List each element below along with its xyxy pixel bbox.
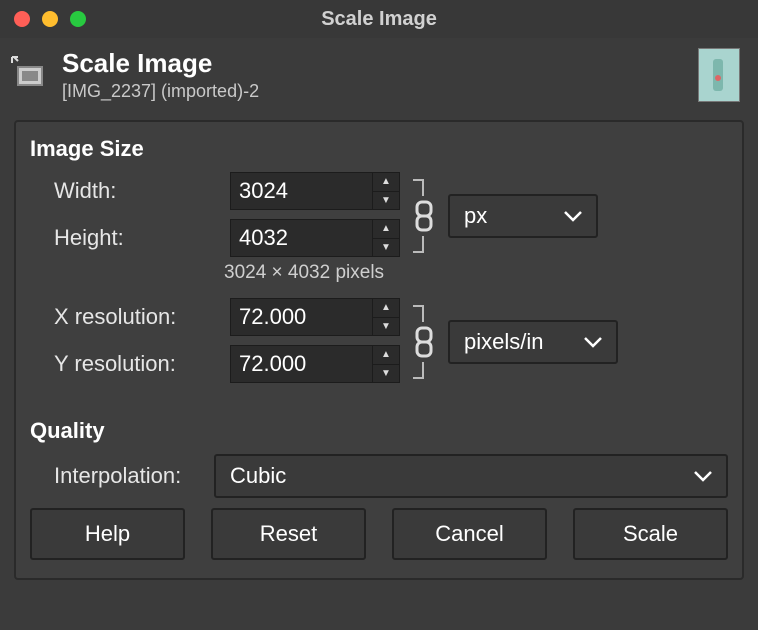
x-resolution-field[interactable] (231, 299, 372, 335)
y-resolution-field[interactable] (231, 346, 372, 382)
x-resolution-decrease-button[interactable]: ▼ (373, 318, 399, 336)
cancel-button[interactable]: Cancel (392, 508, 547, 560)
width-increase-button[interactable]: ▲ (373, 173, 399, 192)
height-input[interactable]: ▲ ▼ (230, 219, 400, 257)
dialog-header: Scale Image [IMG_2237] (imported)-2 (0, 38, 758, 108)
window-title: Scale Image (0, 8, 758, 31)
reset-button[interactable]: Reset (211, 508, 366, 560)
dialog-title: Scale Image (62, 48, 259, 79)
quality-section-title: Quality (30, 418, 728, 444)
height-label: Height: (54, 225, 224, 251)
interpolation-select[interactable]: Cubic (214, 454, 728, 498)
y-resolution-spinner[interactable]: ▲ ▼ (372, 346, 399, 382)
help-button[interactable]: Help (30, 508, 185, 560)
image-size-section-title: Image Size (30, 136, 728, 162)
dialog-button-row: Help Reset Cancel Scale (30, 508, 728, 560)
width-spinner[interactable]: ▲ ▼ (372, 173, 399, 209)
chevron-down-icon (694, 470, 712, 482)
width-label: Width: (54, 178, 224, 204)
x-resolution-spinner[interactable]: ▲ ▼ (372, 299, 399, 335)
height-spinner[interactable]: ▲ ▼ (372, 220, 399, 256)
width-field[interactable] (231, 173, 372, 209)
height-increase-button[interactable]: ▲ (373, 220, 399, 239)
x-resolution-input[interactable]: ▲ ▼ (230, 298, 400, 336)
help-button-label: Help (85, 521, 130, 547)
scale-button[interactable]: Scale (573, 508, 728, 560)
y-resolution-label: Y resolution: (54, 351, 224, 377)
titlebar: Scale Image (0, 0, 758, 38)
y-resolution-input[interactable]: ▲ ▼ (230, 345, 400, 383)
cancel-button-label: Cancel (435, 521, 503, 547)
x-resolution-increase-button[interactable]: ▲ (373, 299, 399, 318)
reset-button-label: Reset (260, 521, 317, 547)
y-resolution-decrease-button[interactable]: ▼ (373, 365, 399, 383)
interpolation-value: Cubic (230, 463, 680, 489)
height-decrease-button[interactable]: ▼ (373, 239, 399, 257)
width-input[interactable]: ▲ ▼ (230, 172, 400, 210)
dialog-body: Image Size Width: ▲ ▼ (14, 120, 744, 580)
dialog-subtitle: [IMG_2237] (imported)-2 (62, 81, 259, 102)
y-resolution-increase-button[interactable]: ▲ (373, 346, 399, 365)
scale-image-icon (8, 53, 52, 97)
interpolation-label: Interpolation: (54, 463, 204, 489)
width-decrease-button[interactable]: ▼ (373, 192, 399, 210)
scale-button-label: Scale (623, 521, 678, 547)
image-thumbnail (698, 48, 740, 102)
height-field[interactable] (231, 220, 372, 256)
size-hint: 3024 × 4032 pixels (224, 262, 728, 284)
x-resolution-label: X resolution: (54, 304, 224, 330)
